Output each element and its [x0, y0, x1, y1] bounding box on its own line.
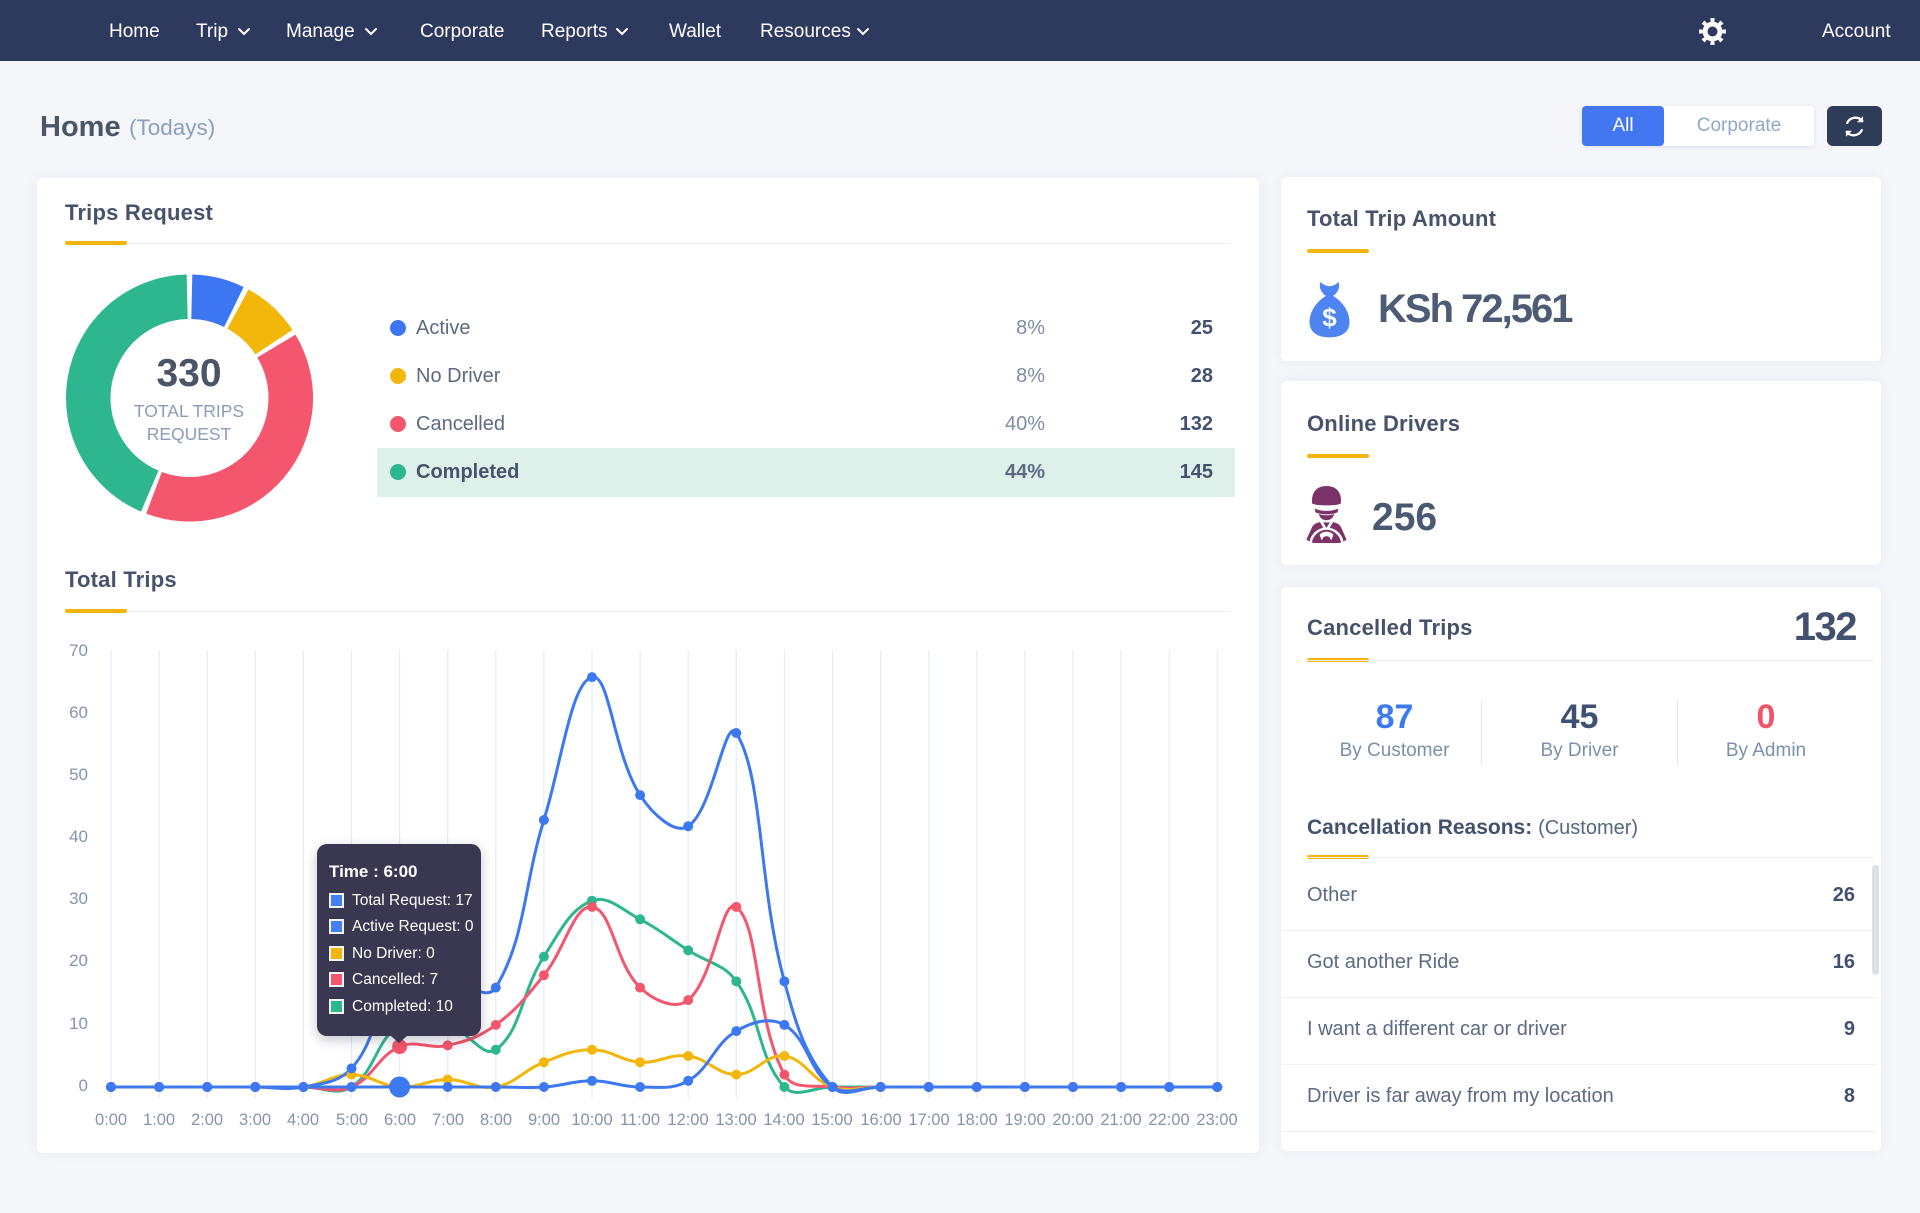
svg-text:$: $ — [1322, 303, 1337, 333]
